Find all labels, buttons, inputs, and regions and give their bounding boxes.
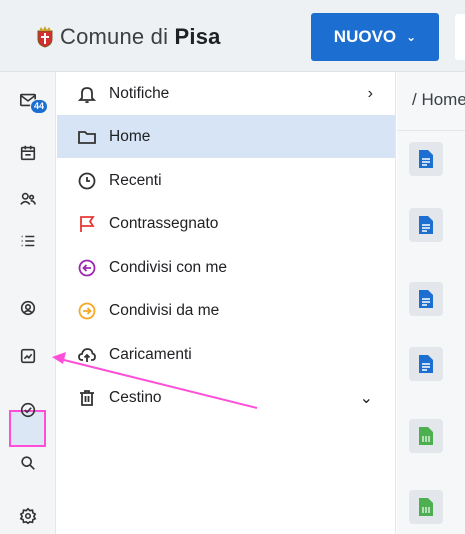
document-icon [419, 150, 433, 168]
brand-name: Comune di Pisa [60, 24, 221, 49]
files-icon[interactable] [14, 342, 42, 370]
chevron-down-icon: ⌄ [406, 30, 417, 44]
upload-cloud-icon [76, 344, 98, 366]
trash-icon [76, 387, 98, 409]
nav-item-caricamenti[interactable]: Caricamenti [57, 333, 395, 376]
tasks-icon[interactable] [14, 227, 42, 255]
spreadsheet-icon [419, 498, 433, 516]
app-logo[interactable]: Comune di Pisa [36, 24, 221, 50]
document-icon [419, 216, 433, 234]
file-item-spreadsheet[interactable] [409, 419, 443, 453]
chat-icon[interactable] [14, 294, 42, 322]
shared-with-me-icon [76, 257, 98, 279]
bell-icon [76, 83, 98, 105]
nav-item-home[interactable]: Home [57, 115, 395, 158]
app-header: Comune di Pisa NUOVO ⌄ [0, 0, 465, 72]
file-item-document[interactable] [409, 282, 443, 316]
nav-item-recenti[interactable]: Recenti [57, 159, 395, 202]
contacts-icon[interactable] [14, 185, 42, 213]
nav-item-contrassegnato[interactable]: Contrassegnato [57, 202, 395, 245]
new-button[interactable]: NUOVO ⌄ [311, 13, 439, 61]
file-item-document[interactable] [409, 347, 443, 381]
file-item-document[interactable] [409, 142, 443, 176]
nav-item-cestino[interactable]: Cestino ⌄ [57, 376, 395, 419]
spreadsheet-icon [419, 427, 433, 445]
file-item-spreadsheet[interactable] [409, 490, 443, 524]
chevron-right-icon: › [367, 84, 373, 102]
pisa-crest-icon [37, 26, 53, 48]
clock-icon [76, 170, 98, 192]
document-icon [419, 290, 433, 308]
nav-item-notifiche[interactable]: Notifiche › [57, 72, 395, 115]
mail-badge: 44 [30, 99, 49, 114]
shared-by-me-icon [76, 300, 98, 322]
check-icon[interactable] [14, 396, 42, 424]
folder-icon [76, 126, 98, 148]
file-item-document[interactable] [409, 208, 443, 242]
header-search-box[interactable] [455, 14, 465, 60]
calendar-icon[interactable] [14, 139, 42, 167]
nav-item-condivisi-con-me[interactable]: Condivisi con me [57, 246, 395, 289]
navigation-panel: Notifiche › Home Recenti Contrassegnato … [57, 72, 396, 534]
search-icon[interactable] [14, 449, 42, 477]
document-icon [419, 355, 433, 373]
app-rail: 44 [0, 72, 56, 534]
flag-icon [76, 213, 98, 235]
nav-item-condivisi-da-me[interactable]: Condivisi da me [57, 289, 395, 332]
breadcrumb: / Home [412, 90, 465, 109]
chevron-down-icon[interactable]: ⌄ [360, 388, 373, 408]
new-button-label: NUOVO [333, 27, 397, 46]
content-area: / Home [397, 72, 465, 534]
divider [397, 130, 465, 131]
settings-icon[interactable] [14, 502, 42, 530]
